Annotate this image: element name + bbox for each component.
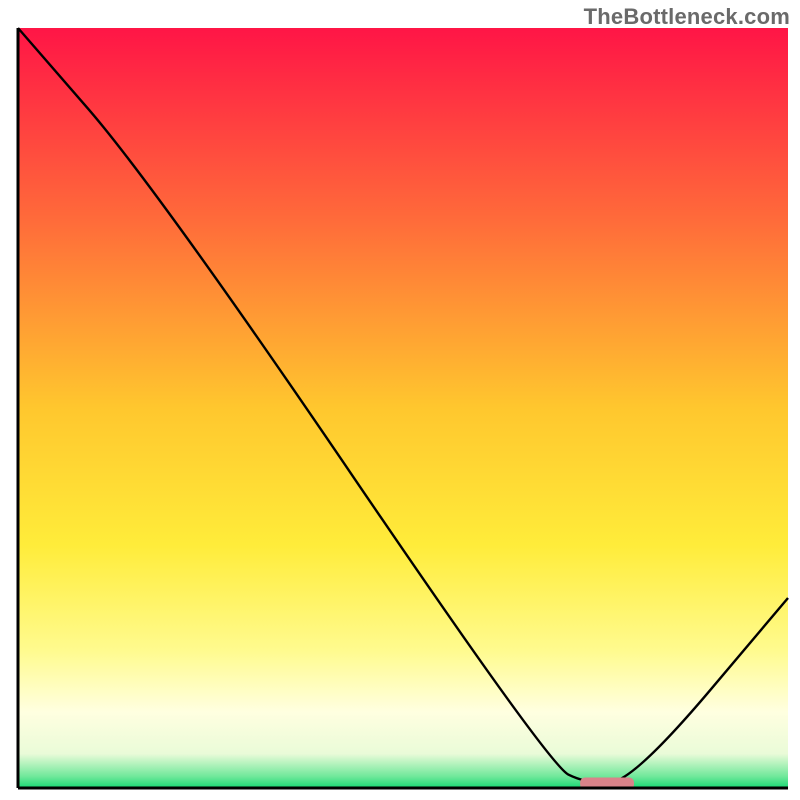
bottleneck-chart — [0, 0, 800, 800]
plot-area — [18, 28, 788, 788]
chart-container: TheBottleneck.com — [0, 0, 800, 800]
watermark-text: TheBottleneck.com — [584, 4, 790, 30]
